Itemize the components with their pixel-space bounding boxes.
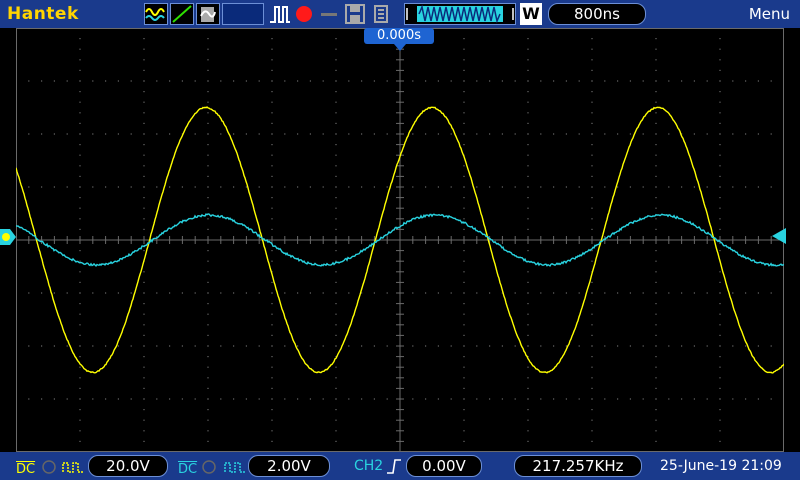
ref-waveform-icon[interactable] <box>196 3 220 25</box>
run-pulse-icon[interactable] <box>268 3 292 25</box>
date-time: 25-June-19 21:09 <box>660 458 782 474</box>
ch1-bw-limit-icon <box>40 460 58 474</box>
trigger-level-marker-icon[interactable] <box>770 228 786 244</box>
math-channel-icon[interactable] <box>170 3 194 25</box>
ch1-probe-icon <box>62 460 84 474</box>
ch1-coupling-label: DC <box>16 462 35 477</box>
record-icon[interactable] <box>294 3 316 25</box>
ch2-volts-per-div[interactable]: 2.00V <box>248 455 330 477</box>
trigger-mode-badge[interactable]: W <box>520 3 542 25</box>
menu-button[interactable]: Menu <box>749 5 790 23</box>
bottom-status-bar: DC 20.0V DC 2.00V CH2 0.00V 217.257KHz 2… <box>0 452 800 480</box>
ch2-waveform <box>16 214 784 266</box>
ch-ground-marker-icon[interactable] <box>0 229 16 245</box>
trigger-rising-edge-icon <box>386 458 402 474</box>
trigger-level-readout[interactable]: 0.00V <box>406 455 482 477</box>
dash-icon <box>318 3 340 25</box>
ch2-coupling-label: DC <box>178 462 197 477</box>
ch2-bw-limit-icon <box>200 460 218 474</box>
status-box <box>222 3 264 25</box>
frequency-counter: 217.257KHz <box>514 455 642 477</box>
save-icon[interactable] <box>344 3 366 25</box>
brand-logo: Hantek <box>7 4 79 24</box>
memory-depth-bar[interactable] <box>404 3 516 25</box>
ch1-waveform <box>16 107 784 373</box>
trigger-source-label: CH2 <box>354 458 383 474</box>
ch1-volts-per-div[interactable]: 20.0V <box>88 455 168 477</box>
scope-screen <box>16 28 784 452</box>
timebase-readout[interactable]: 800ns <box>548 3 646 25</box>
display-mode-icon[interactable] <box>144 3 168 25</box>
usb-storage-icon[interactable] <box>370 3 392 25</box>
trigger-position-marker[interactable]: 0.000s <box>364 28 434 44</box>
ch2-probe-icon <box>224 460 246 474</box>
top-toolbar: Hantek W 800ns Menu <box>0 0 800 28</box>
trigger-position-arrow-icon <box>394 44 406 52</box>
